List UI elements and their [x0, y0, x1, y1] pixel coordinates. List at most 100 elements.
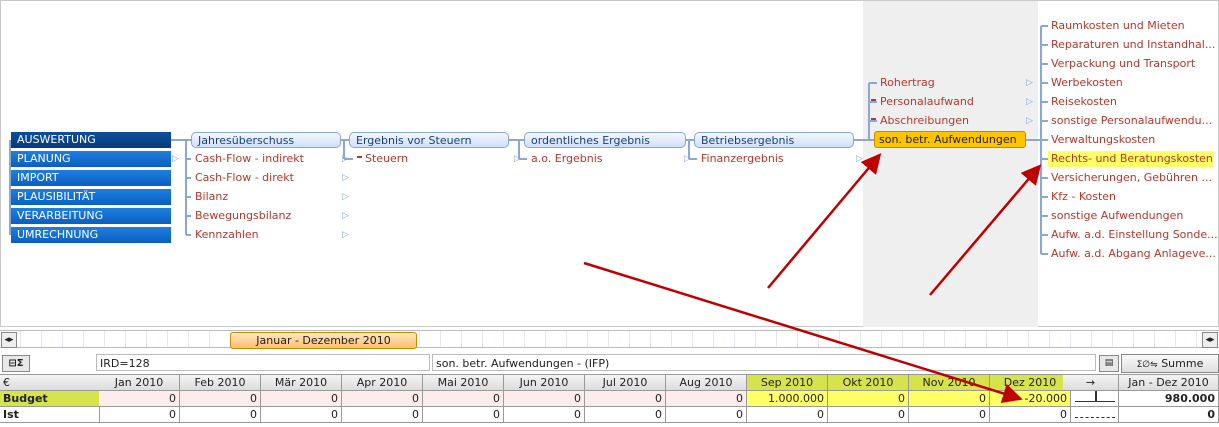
node-jahresueberschuss[interactable]: Jahresüberschuss	[191, 132, 341, 148]
month-header[interactable]: Mär 2010	[261, 375, 342, 391]
value-cell[interactable]: 0	[342, 407, 423, 423]
value-cell[interactable]: 0	[99, 407, 180, 423]
scroll-right-icon[interactable]: ◂▸	[1202, 332, 1218, 348]
row-label[interactable]: Budget	[0, 391, 100, 407]
expand-icon[interactable]: ▷	[342, 192, 349, 202]
value-cell[interactable]: 0	[747, 407, 828, 423]
sidebar-item-umrechnung[interactable]: UMRECHNUNG	[11, 227, 171, 243]
month-header[interactable]: Aug 2010	[666, 375, 747, 391]
value-cell[interactable]: 1.000.000	[747, 391, 828, 407]
value-cell[interactable]: -20.000	[990, 391, 1071, 407]
node-kennzahlen[interactable]: Kennzahlen	[195, 227, 259, 243]
node-kfz-kosten[interactable]: Kfz - Kosten	[1051, 189, 1116, 205]
summe-button[interactable]: Σ∅⇋ Summe	[1121, 354, 1219, 373]
grid-row-budget: Budget 0 0 0 0 0 0 0 0 1.000.000 0 0 -20.000 980.000	[0, 391, 1219, 407]
node-betriebsergebnis[interactable]: Betriebsergebnis	[694, 132, 854, 148]
node-verpackung[interactable]: Verpackung und Transport	[1051, 56, 1195, 72]
month-header[interactable]: Feb 2010	[180, 375, 261, 391]
value-cell[interactable]: 0	[180, 407, 261, 423]
node-werbekosten[interactable]: Werbekosten	[1051, 75, 1123, 91]
node-bilanz[interactable]: Bilanz	[195, 189, 228, 205]
expand-icon[interactable]: ▷	[1026, 97, 1033, 107]
month-header[interactable]: Mai 2010	[423, 375, 504, 391]
value-cell[interactable]: 0	[423, 407, 504, 423]
value-cell[interactable]: 0	[990, 407, 1071, 423]
node-versicherungen[interactable]: Versicherungen, Gebühren ...	[1051, 170, 1212, 186]
total-cell[interactable]: 980.000	[1119, 391, 1219, 407]
expand-icon[interactable]: ▷	[684, 154, 691, 164]
node-aufw-abgang[interactable]: Aufw. a.d. Abgang Anlageve...	[1051, 246, 1216, 262]
node-abschreibungen[interactable]: Abschreibungen	[880, 113, 969, 129]
node-ao-ergebnis[interactable]: a.o. Ergebnis	[531, 151, 603, 167]
value-cell[interactable]: 0	[666, 407, 747, 423]
expand-icon[interactable]: ▷	[342, 173, 349, 183]
collapse-sum-icon[interactable]: ⊟Σ	[2, 355, 30, 372]
value-cell[interactable]: 0	[180, 391, 261, 407]
month-header[interactable]: Jun 2010	[504, 375, 585, 391]
expand-icon[interactable]: ▷	[514, 154, 521, 164]
timeline-range-handle[interactable]: Januar - Dezember 2010	[230, 332, 417, 349]
node-ordentliches-ergebnis[interactable]: ordentliches Ergebnis	[524, 132, 686, 148]
value-cell[interactable]: 0	[504, 407, 585, 423]
expand-icon[interactable]: ▷	[1026, 78, 1033, 88]
month-header[interactable]: Dez 2010	[990, 375, 1071, 391]
sidebar-item-verarbeitung[interactable]: VERARBEITUNG	[11, 208, 171, 224]
sparkline-cell[interactable]	[1063, 391, 1119, 407]
month-header[interactable]: Jul 2010	[585, 375, 666, 391]
month-header[interactable]: Nov 2010	[909, 375, 990, 391]
node-personalaufwand[interactable]: Personalaufwand	[880, 94, 974, 110]
month-header[interactable]: Sep 2010	[747, 375, 828, 391]
expand-icon[interactable]: ▷	[342, 230, 349, 240]
calculator-icon[interactable]: ▤	[1099, 355, 1119, 372]
node-raumkosten[interactable]: Raumkosten und Mieten	[1051, 18, 1185, 34]
value-cell[interactable]: 0	[423, 391, 504, 407]
node-bewegungsbilanz[interactable]: Bewegungsbilanz	[195, 208, 291, 224]
expand-icon[interactable]: ▷	[342, 154, 349, 164]
row-label[interactable]: Ist	[0, 407, 100, 423]
currency-header[interactable]: €	[0, 375, 100, 391]
value-cell[interactable]: 0	[828, 407, 909, 423]
value-cell[interactable]: 0	[666, 391, 747, 407]
month-header[interactable]: Apr 2010	[342, 375, 423, 391]
expand-icon[interactable]: ▷	[342, 211, 349, 221]
value-cell[interactable]: 0	[99, 391, 180, 407]
value-cell[interactable]: 0	[909, 407, 990, 423]
expand-icon[interactable]: ▷	[172, 154, 179, 164]
node-finanzergebnis[interactable]: Finanzergebnis	[701, 151, 784, 167]
expand-icon[interactable]: ▷	[856, 154, 863, 164]
value-cell[interactable]: 0	[261, 391, 342, 407]
month-header[interactable]: Jan 2010	[99, 375, 180, 391]
value-cell[interactable]: 0	[828, 391, 909, 407]
value-cell[interactable]: 0	[261, 407, 342, 423]
value-cell[interactable]: 0	[342, 391, 423, 407]
node-ergebnis-vor-steuern[interactable]: Ergebnis vor Steuern	[349, 132, 509, 148]
node-rechts-beratungskosten[interactable]: Rechts- und Beratungskosten	[1048, 151, 1213, 167]
sidebar-item-planung[interactable]: PLANUNG	[11, 151, 171, 167]
node-cash-flow-direkt[interactable]: Cash-Flow - direkt	[195, 170, 294, 186]
sidebar-item-import[interactable]: IMPORT	[11, 170, 171, 186]
node-rohertrag[interactable]: Rohertrag	[880, 75, 935, 91]
node-steuern[interactable]: Steuern	[365, 151, 408, 167]
node-aufw-einstellung[interactable]: Aufw. a.d. Einstellung Sonde...	[1051, 227, 1218, 243]
value-cell[interactable]: 0	[909, 391, 990, 407]
arrow-header[interactable]: →	[1063, 375, 1119, 391]
value-cell[interactable]: 0	[585, 391, 666, 407]
sparkline-icon	[1075, 391, 1115, 402]
node-verwaltungskosten[interactable]: Verwaltungskosten	[1051, 132, 1155, 148]
sparkline-cell[interactable]	[1063, 407, 1119, 423]
node-sonstige-aufwendungen[interactable]: sonstige Aufwendungen	[1051, 208, 1183, 224]
sidebar-item-auswertung[interactable]: AUSWERTUNG	[11, 132, 171, 148]
expand-icon[interactable]: ▷	[1026, 116, 1033, 126]
total-cell[interactable]: 0	[1119, 407, 1219, 423]
node-sonstige-personalaufwendungen[interactable]: sonstige Personalaufwendu...	[1051, 113, 1212, 129]
scroll-left-icon[interactable]: ◂▸	[1, 332, 17, 348]
node-reisekosten[interactable]: Reisekosten	[1051, 94, 1117, 110]
node-reparaturen[interactable]: Reparaturen und Instandhal...	[1051, 37, 1215, 53]
value-cell[interactable]: 0	[585, 407, 666, 423]
month-header[interactable]: Okt 2010	[828, 375, 909, 391]
sidebar-item-plausibilitaet[interactable]: PLAUSIBILITÄT	[11, 189, 171, 205]
value-cell[interactable]: 0	[504, 391, 585, 407]
node-son-betr-aufwendungen[interactable]: son. betr. Aufwendungen	[874, 131, 1026, 148]
node-cash-flow-indirekt[interactable]: Cash-Flow - indirekt	[195, 151, 304, 167]
total-header[interactable]: Jan - Dez 2010	[1119, 375, 1219, 391]
